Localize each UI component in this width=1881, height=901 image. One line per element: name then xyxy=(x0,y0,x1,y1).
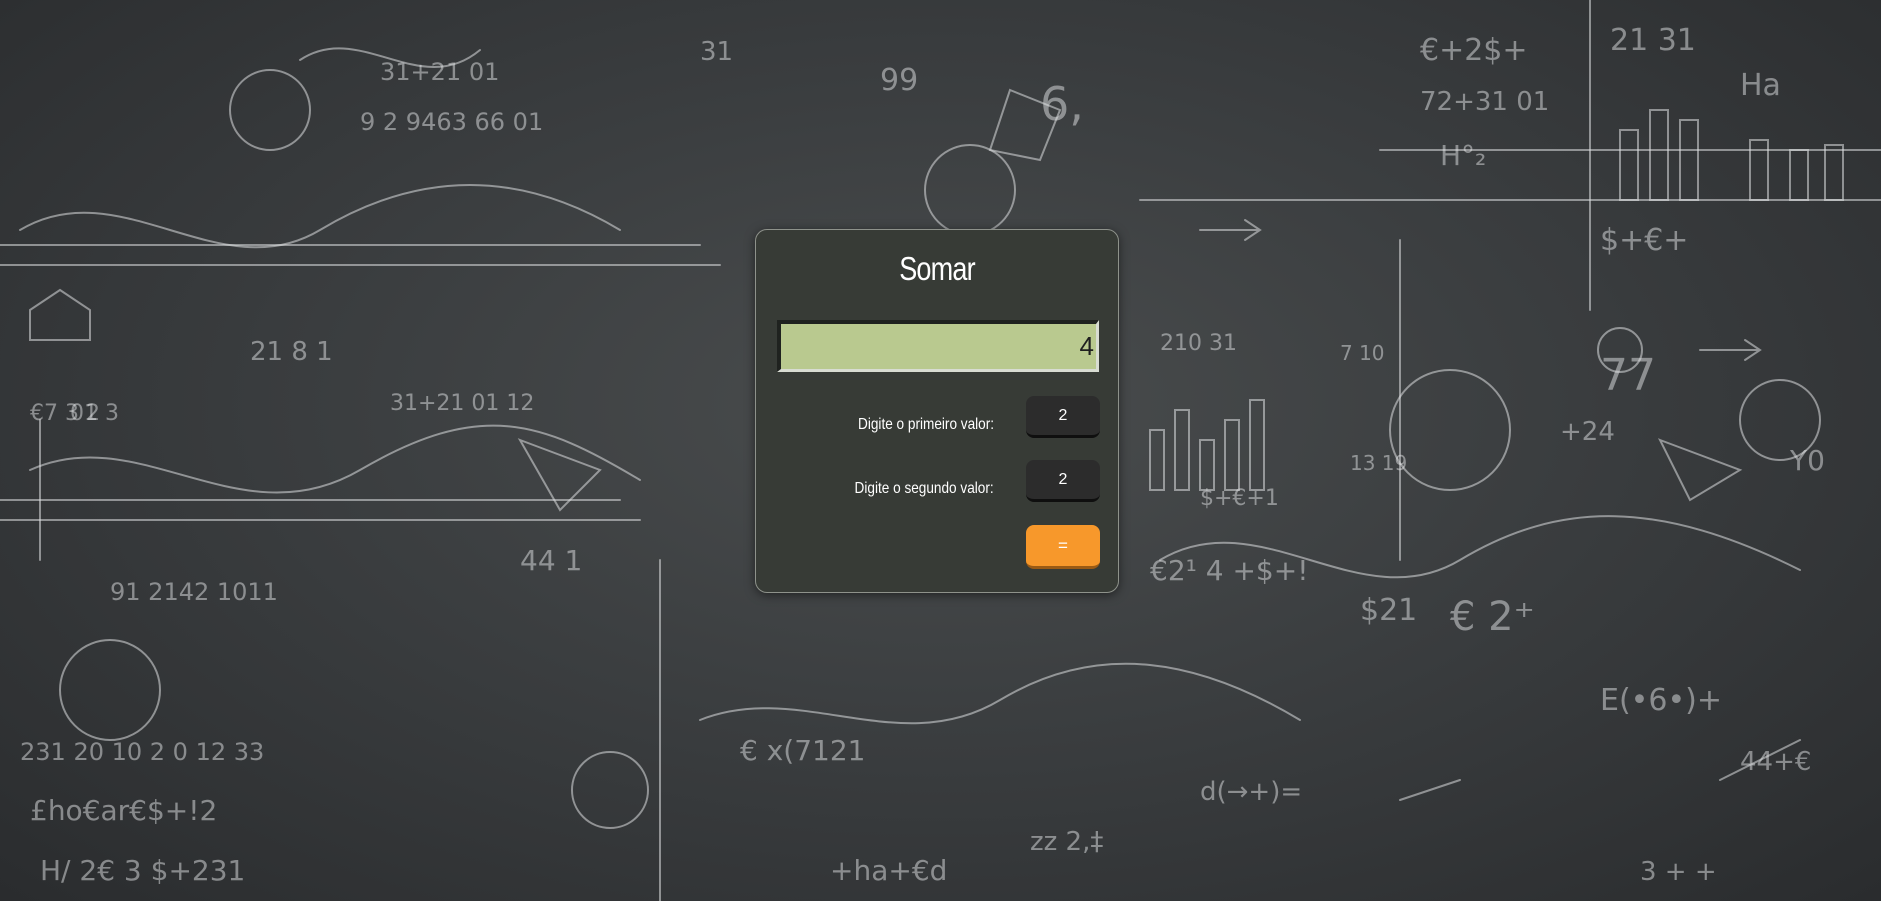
svg-text:31: 31 xyxy=(700,37,733,67)
svg-text:€2¹ 4 +$+!: €2¹ 4 +$+! xyxy=(1150,554,1308,587)
svg-text:21 31: 21 31 xyxy=(1610,23,1696,58)
svg-text:H°₂: H°₂ xyxy=(1440,139,1486,172)
svg-text:72+31 01: 72+31 01 xyxy=(1420,87,1549,117)
svg-text:21 8 1: 21 8 1 xyxy=(250,337,333,367)
svg-text:$+€+1: $+€+1 xyxy=(1200,486,1279,511)
svg-text:Ha: Ha xyxy=(1740,68,1781,103)
svg-text:01 3: 01 3 xyxy=(70,401,119,426)
svg-text:+24: +24 xyxy=(1560,417,1615,447)
svg-text:44+€: 44+€ xyxy=(1740,747,1811,777)
svg-text:H/ 2€ 3 $+231: H/ 2€ 3 $+231 xyxy=(40,854,245,887)
svg-text:zz 2,‡: zz 2,‡ xyxy=(1030,827,1103,857)
second-value-input[interactable] xyxy=(1026,460,1100,502)
svg-text:77: 77 xyxy=(1600,350,1656,401)
svg-text:d(→+)=: d(→+)= xyxy=(1200,777,1302,807)
svg-text:$21: $21 xyxy=(1360,593,1417,628)
svg-text:€+2$+: €+2$+ xyxy=(1420,33,1528,68)
svg-text:E(•6•)+: E(•6•)+ xyxy=(1600,683,1722,718)
calculator-title: Somar xyxy=(899,250,975,287)
svg-text:231 20 10 2 0 12 33: 231 20 10 2 0 12 33 xyxy=(20,738,264,766)
svg-text:91 2142 1011: 91 2142 1011 xyxy=(110,578,278,606)
first-value-input[interactable] xyxy=(1026,396,1100,438)
svg-text:31+21 01 12: 31+21 01 12 xyxy=(390,391,534,416)
svg-text:$+€+: $+€+ xyxy=(1600,223,1688,258)
sum-calculator-panel: Somar 4 Digite o primeiro valor: Digite … xyxy=(755,229,1119,593)
svg-text:€ 2⁺: € 2⁺ xyxy=(1450,594,1535,640)
second-value-label: Digite o segundo valor: xyxy=(854,480,994,497)
svg-text:€ x(7121: € x(7121 xyxy=(740,734,865,767)
svg-text:£ho€ar€$+!2: £ho€ar€$+!2 xyxy=(30,794,217,827)
svg-text:210 31: 210 31 xyxy=(1160,331,1237,356)
svg-text:44 1: 44 1 xyxy=(520,544,582,577)
svg-text:+ha+€d: +ha+€d xyxy=(830,854,947,887)
svg-text:31+21 01: 31+21 01 xyxy=(380,58,499,86)
svg-text:99: 99 xyxy=(880,63,918,98)
svg-text:3 + +: 3 + + xyxy=(1640,857,1717,887)
equals-button[interactable]: = xyxy=(1026,525,1100,569)
first-value-label: Digite o primeiro valor: xyxy=(857,416,994,433)
result-display: 4 xyxy=(777,320,1099,372)
svg-text:Y0: Y0 xyxy=(1789,444,1825,477)
svg-text:9 2 9463 66 01: 9 2 9463 66 01 xyxy=(360,108,543,136)
svg-text:7 10: 7 10 xyxy=(1340,341,1385,365)
svg-text:13 19: 13 19 xyxy=(1350,451,1407,475)
svg-text:6,: 6, xyxy=(1040,77,1084,131)
